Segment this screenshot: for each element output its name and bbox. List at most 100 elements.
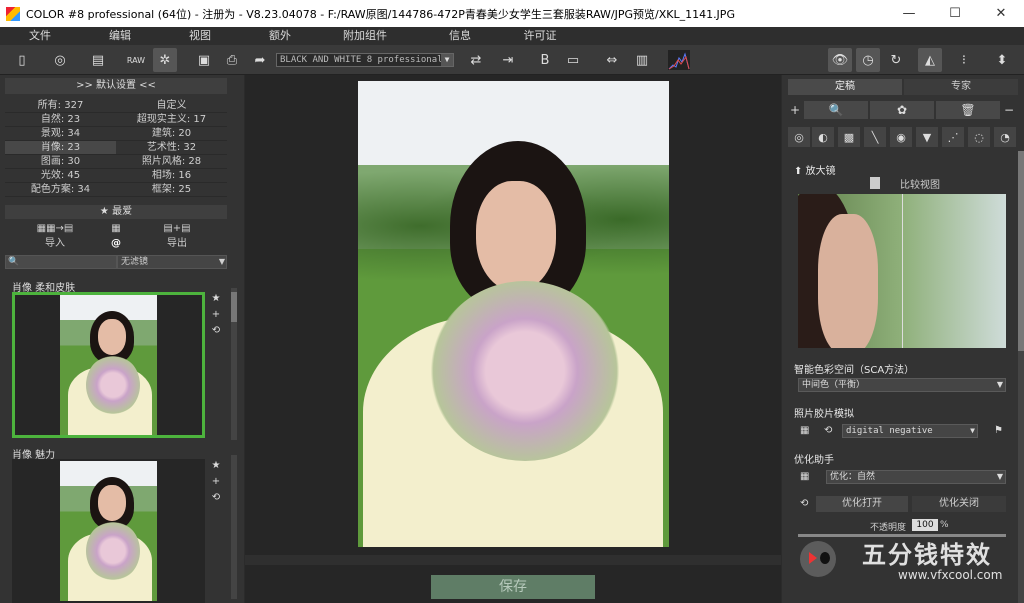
defaults-header[interactable]: >> 默认设置 << bbox=[5, 78, 227, 94]
paste-icon[interactable]: ▦ bbox=[105, 222, 127, 236]
zoom-search-icon[interactable]: 🔍 bbox=[804, 101, 868, 119]
menu-extra[interactable]: 额外 bbox=[240, 27, 320, 45]
import-icon[interactable]: ▦▦→▤ bbox=[5, 222, 105, 236]
preset-select[interactable]: BLACK AND WHITE 8 professional ▼ bbox=[276, 53, 454, 67]
transfer-icon[interactable]: ⇄ bbox=[464, 48, 488, 72]
histogram-icon[interactable] bbox=[667, 48, 691, 72]
film-select[interactable]: digital negative ▼ bbox=[842, 424, 978, 438]
contrast-icon[interactable]: ◐ bbox=[812, 127, 834, 147]
category-custom[interactable]: 自定义 bbox=[116, 99, 227, 113]
category-nature[interactable]: 自然: 23 bbox=[5, 113, 116, 127]
filter-select[interactable]: 无滤镜 ▼ bbox=[117, 255, 227, 269]
save-icon[interactable]: ▣ bbox=[192, 48, 216, 72]
settings-gear-icon[interactable]: ✲ bbox=[153, 48, 177, 72]
thumb-scrollbar[interactable] bbox=[231, 288, 237, 440]
raw-icon[interactable]: RAW bbox=[124, 48, 148, 72]
menu-view[interactable]: 视图 bbox=[160, 27, 240, 45]
maximize-button[interactable]: ☐ bbox=[932, 0, 978, 27]
remove-icon[interactable]: − bbox=[1002, 101, 1016, 119]
optimize-grid-icon[interactable]: ▦ bbox=[800, 471, 814, 483]
noise-icon[interactable]: ▩ bbox=[838, 127, 860, 147]
trash-icon[interactable]: 🗑 bbox=[936, 101, 1000, 119]
sca-select[interactable]: 中间色（平衡） ▼ bbox=[798, 378, 1006, 392]
category-color-scheme[interactable]: 配色方案: 34 bbox=[5, 183, 116, 197]
refresh-icon[interactable]: ⟲ bbox=[210, 325, 222, 341]
redo-icon[interactable]: ↻ bbox=[884, 48, 908, 72]
category-artistic[interactable]: 艺术性: 32 bbox=[116, 141, 227, 155]
search-input[interactable]: 🔍 bbox=[5, 255, 117, 269]
category-architecture[interactable]: 建筑: 20 bbox=[116, 127, 227, 141]
preview-scrollbar[interactable] bbox=[245, 555, 781, 565]
gamut-icon[interactable]: ▼ bbox=[916, 127, 938, 147]
add-icon[interactable]: + bbox=[788, 101, 802, 119]
main-preview-image[interactable] bbox=[358, 81, 669, 547]
star-icon[interactable]: ★ bbox=[210, 293, 222, 309]
compare-toggle[interactable] bbox=[870, 177, 880, 189]
fullscreen-icon[interactable]: ▥ bbox=[630, 48, 654, 72]
preset-thumbnail[interactable] bbox=[12, 459, 205, 603]
tab-expert[interactable]: 专家 bbox=[904, 79, 1018, 95]
hue-wheel-icon[interactable]: ◉ bbox=[890, 127, 912, 147]
category-light[interactable]: 光效: 45 bbox=[5, 169, 116, 183]
compare-view-label[interactable]: 比较视图 bbox=[900, 176, 940, 191]
thumb-scrollbar[interactable] bbox=[231, 455, 237, 599]
dodge-icon[interactable]: ◔ bbox=[994, 127, 1016, 147]
right-panel: 定稿 专家 + 🔍 ✿ 🗑 − ◎ ◐ ▩ ╲ ◉ ▼ ⋰ ◌ ◔ ⬆ 放大镜 … bbox=[782, 75, 1024, 603]
color-wheel-icon[interactable]: ✿ bbox=[870, 101, 934, 119]
open-file-icon[interactable]: ◎ bbox=[48, 48, 72, 72]
category-photo-style[interactable]: 照片风格: 28 bbox=[116, 155, 227, 169]
category-frame[interactable]: 框架: 25 bbox=[116, 183, 227, 197]
history-icon[interactable]: ◷ bbox=[856, 48, 880, 72]
category-surreal[interactable]: 超现实主义: 17 bbox=[116, 113, 227, 127]
magnifier-header[interactable]: ⬆ 放大镜 bbox=[794, 162, 836, 177]
new-file-icon[interactable]: ▯ bbox=[10, 48, 34, 72]
tab-finalize[interactable]: 定稿 bbox=[788, 79, 902, 95]
menu-info[interactable]: 信息 bbox=[410, 27, 510, 45]
export-icon[interactable]: ⇥ bbox=[496, 48, 520, 72]
balance-icon[interactable]: ◎ bbox=[788, 127, 810, 147]
preset-thumbnail[interactable] bbox=[12, 292, 205, 438]
opacity-input[interactable]: 100 bbox=[912, 519, 938, 531]
compare-icon[interactable]: ▭ bbox=[561, 48, 585, 72]
split-view-icon[interactable]: ⇔ bbox=[600, 48, 624, 72]
export-set-icon[interactable]: ▤+▤ bbox=[127, 222, 227, 236]
batch-icon[interactable]: ▤ bbox=[86, 48, 110, 72]
minimize-button[interactable]: — bbox=[886, 0, 932, 27]
plus-icon[interactable]: + bbox=[210, 309, 222, 325]
save-button[interactable]: 保存 bbox=[431, 575, 595, 599]
category-landscape[interactable]: 景观: 34 bbox=[5, 127, 116, 141]
menu-addons[interactable]: 附加组件 bbox=[320, 27, 410, 45]
move-icon[interactable]: ⬍ bbox=[990, 48, 1014, 72]
flip-icon[interactable]: ◭ bbox=[918, 48, 942, 72]
nav-icon[interactable]: ⁝ bbox=[952, 48, 976, 72]
close-button[interactable]: ✕ bbox=[978, 0, 1024, 27]
film-flag-icon[interactable]: ⚑ bbox=[994, 425, 1008, 437]
import-button[interactable]: 导入 bbox=[5, 237, 105, 251]
menu-license[interactable]: 许可证 bbox=[510, 27, 570, 45]
mask-icon[interactable]: ◌ bbox=[968, 127, 990, 147]
film-refresh-icon[interactable]: ⟲ bbox=[824, 425, 838, 437]
print-icon[interactable]: ⎙ bbox=[220, 48, 244, 72]
optimize-select[interactable]: 优化：自然 ▼ bbox=[826, 470, 1006, 484]
optimize-on-button[interactable]: 优化打开 bbox=[816, 496, 908, 512]
category-portrait[interactable]: 肖像: 23 bbox=[5, 141, 116, 155]
optimize-refresh-icon[interactable]: ⟲ bbox=[800, 498, 814, 510]
share-icon[interactable]: ➦ bbox=[248, 48, 272, 72]
star-icon[interactable]: ★ bbox=[210, 460, 222, 476]
optimize-off-button[interactable]: 优化关闭 bbox=[912, 496, 1006, 512]
plus-icon[interactable]: + bbox=[210, 476, 222, 492]
curve-icon[interactable]: ╲ bbox=[864, 127, 886, 147]
nodes-icon[interactable]: ⋰ bbox=[942, 127, 964, 147]
menu-edit[interactable]: 编辑 bbox=[80, 27, 160, 45]
film-grid-icon[interactable]: ▦ bbox=[800, 425, 814, 437]
category-drawing[interactable]: 图画: 30 bbox=[5, 155, 116, 169]
export-button[interactable]: 导出 bbox=[127, 237, 227, 251]
b-icon[interactable]: B bbox=[533, 48, 557, 72]
eye-preview-icon[interactable]: 👁 bbox=[828, 48, 852, 72]
category-film[interactable]: 相场: 16 bbox=[116, 169, 227, 183]
refresh-icon[interactable]: ⟲ bbox=[210, 492, 222, 508]
menu-file[interactable]: 文件 bbox=[0, 27, 80, 45]
at-button[interactable]: @ bbox=[105, 237, 127, 251]
category-all[interactable]: 所有: 327 bbox=[5, 99, 116, 113]
favorites-button[interactable]: ★ 最爱 bbox=[5, 205, 227, 219]
